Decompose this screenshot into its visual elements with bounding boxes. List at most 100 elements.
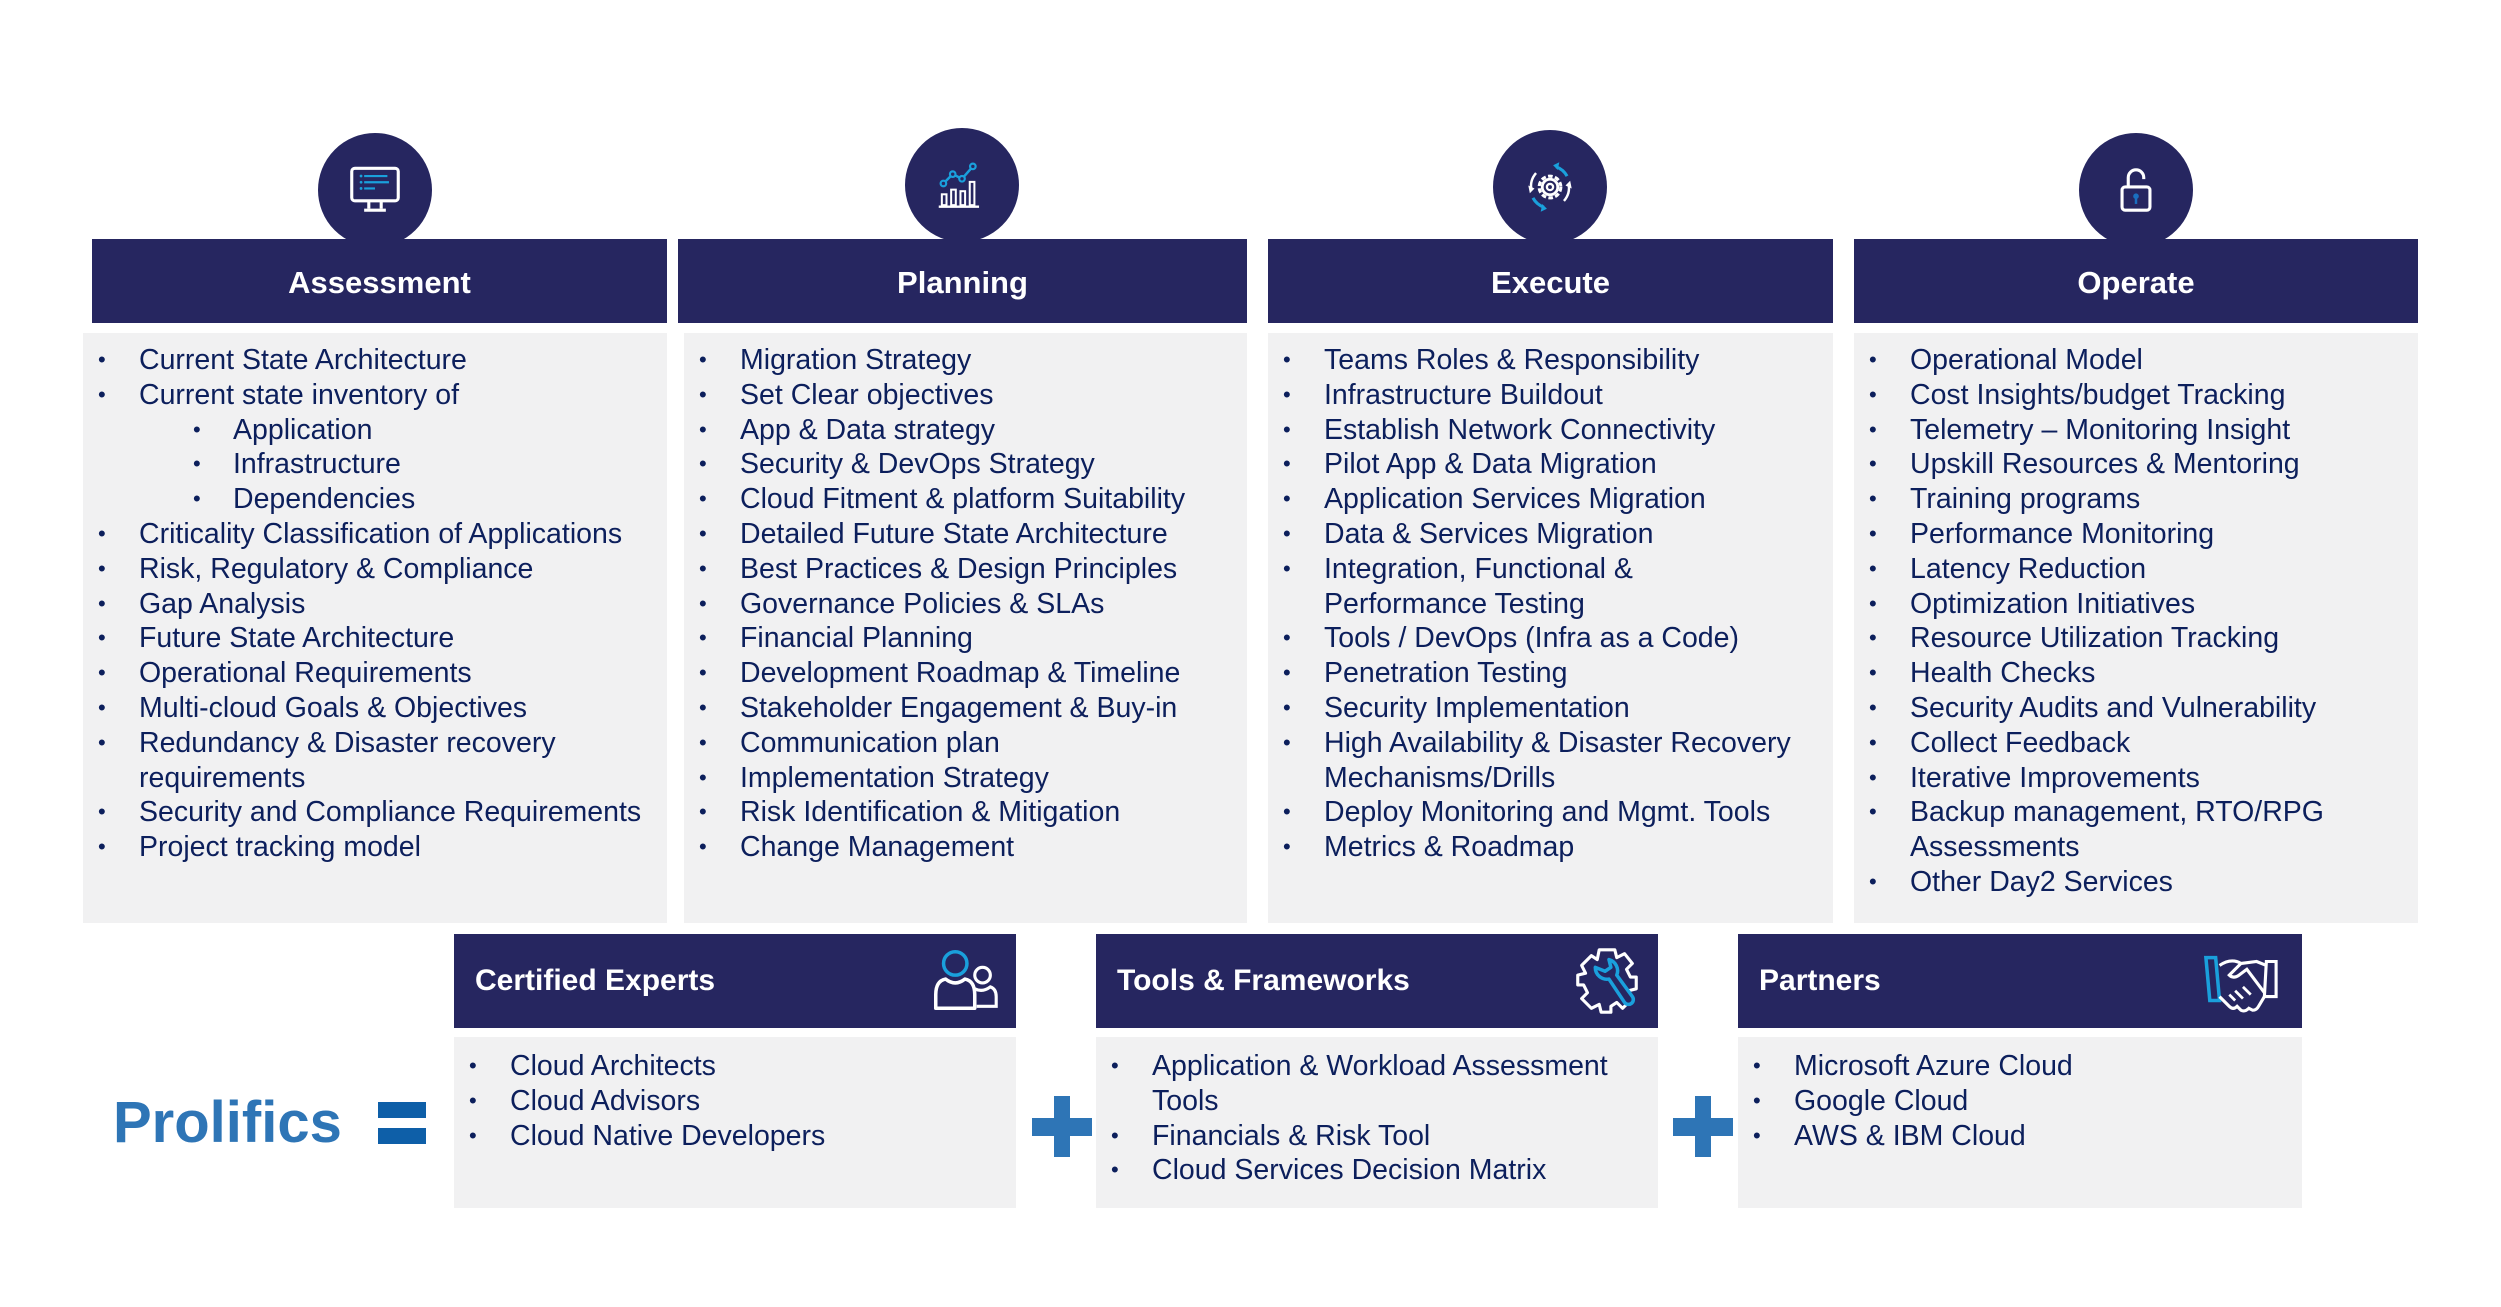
list-item: Other Day2 Services [1854,865,2418,900]
list-item: Current state inventory of [83,378,667,413]
list-item: Cloud Native Developers [454,1119,1016,1154]
list-item: Application Services Migration [1268,482,1833,517]
list-item: App & Data strategy [684,413,1247,448]
phase-item-list: Teams Roles & ResponsibilityInfrastructu… [1268,343,1833,865]
phase-item-list: Operational ModelCost Insights/budget Tr… [1854,343,2418,900]
list-item: Optimization Initiatives [1854,587,2418,622]
list-item: Gap Analysis [83,587,667,622]
phase-title: Execute [1491,265,1610,300]
list-item: Health Checks [1854,656,2418,691]
list-item: Penetration Testing [1268,656,1833,691]
pillar-title: Certified Experts [475,964,716,997]
planning-icon-badge [898,121,1026,249]
list-item: Collect Feedback [1854,726,2418,761]
pillar-item-list: Application & Workload Assessment Tools … [1096,1049,1658,1188]
list-item: Resource Utilization Tracking [1854,621,2418,656]
list-item: Google Cloud [1738,1084,2302,1119]
list-item: Migration Strategy [684,343,1247,378]
list-item: Latency Reduction [1854,552,2418,587]
phase-body-operate: Operational ModelCost Insights/budget Tr… [1854,333,2418,923]
list-item: High Availability & Disaster Recovery Me… [1268,726,1833,796]
list-item: Teams Roles & Responsibility [1268,343,1833,378]
list-item: Backup management, RTO/RPG Assessments [1854,795,2418,865]
list-item: Change Management [684,830,1247,865]
list-item: Risk Identification & Mitigation [684,795,1247,830]
list-item: Set Clear objectives [684,378,1247,413]
phase-item-list: Migration StrategySet Clear objectivesAp… [684,343,1247,865]
list-item: Iterative Improvements [1854,761,2418,796]
list-item: AWS & IBM Cloud [1738,1119,2302,1154]
list-item: Cloud Services Decision Matrix [1096,1153,1658,1188]
list-item: Redundancy & Disaster recovery requireme… [83,726,667,796]
handshake-icon [2203,955,2278,1013]
list-item: Security Implementation [1268,691,1833,726]
list-item: Establish Network Connectivity [1268,413,1833,448]
bar-chart-trend-icon [938,162,980,208]
pillar-title: Partners [1759,964,1881,997]
list-item: Deploy Monitoring and Mgmt. Tools [1268,795,1833,830]
list-item: Integration, Functional & Performance Te… [1268,552,1833,622]
list-item: Financial Planning [684,621,1247,656]
sub-list-item: Application [83,413,667,448]
pillar-header-partners: Partners [1738,934,2302,1028]
list-item: Tools / DevOps (Infra as a Code) [1268,621,1833,656]
pillar-item-list: Cloud ArchitectsCloud AdvisorsCloud Nati… [454,1049,1016,1153]
list-item: Performance Monitoring [1854,517,2418,552]
pillar-body-partners: Microsoft Azure CloudGoogle CloudAWS & I… [1738,1037,2302,1208]
list-item: Governance Policies & SLAs [684,587,1247,622]
phase-header-planning: Planning [678,239,1247,323]
pillar-title: Tools & Frameworks [1117,964,1410,997]
list-item: Operational Requirements [83,656,667,691]
list-item: Data & Services Migration [1268,517,1833,552]
pillar-item-list: Microsoft Azure CloudGoogle CloudAWS & I… [1738,1049,2302,1153]
list-item: Training programs [1854,482,2418,517]
sub-list-item: Infrastructure [83,447,667,482]
list-item: Operational Model [1854,343,2418,378]
list-item: Cost Insights/budget Tracking [1854,378,2418,413]
list-item: Cloud Architects [454,1049,1016,1084]
list-item: Communication plan [684,726,1247,761]
list-item: Microsoft Azure Cloud [1738,1049,2302,1084]
phase-body-execute: Teams Roles & ResponsibilityInfrastructu… [1268,333,1833,923]
list-item: Implementation Strategy [684,761,1247,796]
list-item: Metrics & Roadmap [1268,830,1833,865]
list-item: Risk, Regulatory & Compliance [83,552,667,587]
list-item: Current State Architecture [83,343,667,378]
list-item: Infrastructure Buildout [1268,378,1833,413]
people-icon [933,949,998,1011]
pillar-body-tools-frameworks: Application & Workload Assessment Tools … [1096,1037,1658,1208]
list-item: Future State Architecture [83,621,667,656]
list-item: Security Audits and Vulnerability [1854,691,2418,726]
list-item: Cloud Advisors [454,1084,1016,1119]
list-item: Telemetry – Monitoring Insight [1854,413,2418,448]
unlocked-padlock-icon [2120,168,2152,212]
plus-icon [1032,1096,1092,1157]
list-item: Stakeholder Engagement & Buy-in [684,691,1247,726]
list-item: Project tracking model [83,830,667,865]
plus-icon [1673,1096,1733,1157]
equals-icon [378,1102,426,1144]
list-item: Best Practices & Design Principles [684,552,1247,587]
phase-header-execute: Execute [1268,239,1833,323]
phase-item-list: Current State ArchitectureCurrent state … [83,343,667,865]
gear-wrench-icon [1576,948,1638,1014]
pillar-header-certified-experts: Certified Experts [454,934,1016,1028]
list-item: Cloud Fitment & platform Suitability [684,482,1247,517]
assessment-icon-badge [311,126,439,254]
phase-title: Assessment [288,265,471,300]
list-item: Application & Workload Assessment Tools [1096,1049,1658,1119]
operate-icon-badge [2072,126,2200,254]
pillar-body-certified-experts: Cloud ArchitectsCloud AdvisorsCloud Nati… [454,1037,1016,1208]
phase-title: Operate [2077,265,2195,300]
list-item: Detailed Future State Architecture [684,517,1247,552]
list-item: Security & DevOps Strategy [684,447,1247,482]
list-item: Financials & Risk Tool [1096,1119,1658,1154]
pillar-header-tools-frameworks: Tools & Frameworks [1096,934,1658,1028]
phase-title: Planning [897,265,1028,300]
gear-cycle-icon [1528,162,1572,212]
brand-name: Prolifics [113,1090,342,1155]
list-item: Security and Compliance Requirements [83,795,667,830]
list-item: Criticality Classification of Applicatio… [83,517,667,552]
phase-body-planning: Migration StrategySet Clear objectivesAp… [684,333,1247,923]
phase-body-assessment: Current State ArchitectureCurrent state … [83,333,667,923]
